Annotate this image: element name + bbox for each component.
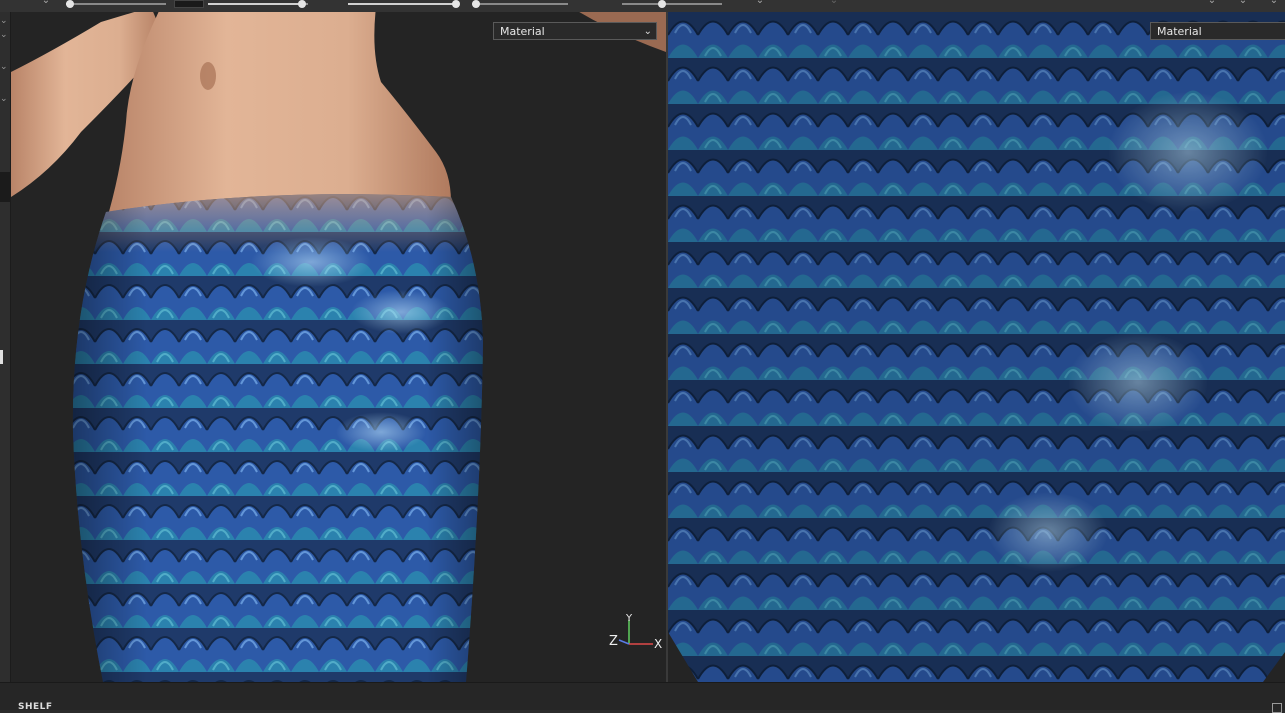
chevron-down-icon[interactable]: ⌄ bbox=[828, 0, 840, 7]
shelf-panel: SHELF bbox=[0, 682, 1285, 713]
chevron-down-icon[interactable]: ⌄ bbox=[1206, 0, 1218, 7]
chevron-down-icon[interactable]: ⌄ bbox=[0, 16, 10, 26]
brush-size-slider[interactable] bbox=[208, 0, 308, 8]
chevron-down-icon[interactable]: ⌄ bbox=[1237, 0, 1249, 7]
falloff-slider[interactable] bbox=[472, 0, 568, 8]
mermaid-model-render bbox=[11, 12, 666, 682]
strength-slider[interactable] bbox=[348, 0, 460, 8]
axis-x-label: X bbox=[654, 637, 662, 651]
texture-render bbox=[668, 12, 1285, 682]
slider-handle[interactable] bbox=[66, 0, 74, 8]
shelf-title: SHELF bbox=[18, 702, 53, 712]
axis-gizmo-icon: Y Z X bbox=[609, 614, 662, 651]
slider-handle[interactable] bbox=[658, 0, 666, 8]
tool-slot[interactable] bbox=[0, 172, 10, 202]
spacing-slider[interactable] bbox=[622, 0, 722, 8]
axis-y-label: Y bbox=[625, 614, 633, 624]
chevron-down-icon[interactable]: ⌄ bbox=[0, 62, 10, 72]
slider-handle[interactable] bbox=[298, 0, 306, 8]
chevron-down-icon[interactable]: ⌄ bbox=[0, 94, 10, 104]
material-dropdown[interactable]: Material ⌄ bbox=[493, 22, 657, 40]
chevron-down-icon[interactable]: ⌄ bbox=[40, 0, 52, 7]
slider-handle[interactable] bbox=[452, 0, 460, 8]
material-dropdown-label: Material bbox=[1157, 25, 1202, 38]
chevron-down-icon[interactable]: ⌄ bbox=[0, 30, 10, 40]
chevron-down-icon[interactable]: ⌄ bbox=[754, 0, 766, 7]
left-tool-strip: ⌄ ⌄ ⌄ ⌄ ⌄ bbox=[0, 12, 11, 682]
panel-marker bbox=[0, 350, 3, 364]
chevron-down-icon: ⌄ bbox=[643, 26, 652, 37]
3d-viewport[interactable]: Material ⌄ Y Z X bbox=[11, 12, 666, 682]
material-dropdown-label: Material bbox=[500, 25, 545, 38]
2d-texture-viewport[interactable]: Material bbox=[668, 12, 1285, 682]
opacity-slider[interactable] bbox=[66, 0, 166, 8]
panel-toggle-icon[interactable] bbox=[1272, 703, 1282, 713]
color-swatch[interactable] bbox=[174, 0, 204, 8]
material-dropdown[interactable]: Material bbox=[1150, 22, 1285, 40]
axis-z-label: Z bbox=[609, 634, 618, 649]
slider-handle[interactable] bbox=[472, 0, 480, 8]
chevron-down-icon[interactable]: ⌄ bbox=[1268, 0, 1280, 7]
